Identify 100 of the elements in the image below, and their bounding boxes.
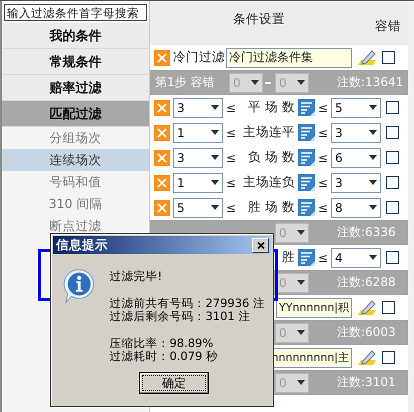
condition-set-field[interactable]: 冷门过滤条件集 (226, 48, 352, 68)
message-text: 压缩比率：98.89% (109, 337, 214, 350)
caret-icon (211, 105, 219, 110)
cross-icon (157, 128, 167, 138)
operator: ≤ (226, 176, 236, 190)
operator: ≤ (226, 200, 236, 214)
condition-name: 冷门过滤 (173, 49, 225, 66)
caret-icon (369, 205, 377, 210)
cross-icon (157, 202, 167, 212)
checkbox[interactable] (386, 126, 399, 139)
checkbox[interactable] (386, 251, 399, 264)
caret-icon (297, 280, 305, 285)
condition-label: 胜 场 数 (248, 199, 295, 216)
filter-item[interactable]: 号码和值 (2, 171, 149, 193)
filter-item[interactable]: 断点过滤 (2, 215, 149, 237)
dropdown[interactable]: 5 (173, 198, 223, 218)
condition-label: 胜 (282, 249, 295, 266)
condition-label: 平 场 数 (248, 99, 295, 116)
category-item[interactable]: 我的条件 (2, 23, 149, 49)
count-label: 注数:6003 (336, 325, 396, 339)
condition-set-field[interactable]: YYnnnnnn|积 (276, 298, 352, 318)
pencil-icon[interactable] (357, 50, 377, 66)
message-text: 过滤耗时：0.079 秒 (109, 350, 220, 363)
caret-icon (211, 155, 219, 160)
list-icon[interactable] (298, 199, 315, 216)
dropdown[interactable]: 4 (331, 248, 381, 268)
category-item[interactable]: 常规条件 (2, 49, 149, 75)
caret-icon (369, 105, 377, 110)
count-label: 注数:3101 (336, 375, 396, 389)
category-item[interactable]: 匹配过滤 (2, 101, 149, 127)
operator: ≤ (318, 100, 328, 114)
cross-icon (157, 178, 167, 188)
checkbox[interactable] (386, 151, 399, 164)
dropdown[interactable]: 6 (331, 148, 381, 168)
checkbox[interactable] (382, 351, 395, 364)
list-icon[interactable] (298, 99, 315, 116)
operator: ≤ (226, 100, 236, 114)
cross-icon (157, 52, 167, 62)
dropdown[interactable]: 1 (173, 122, 223, 142)
list-icon[interactable] (298, 174, 315, 191)
cross-icon (157, 102, 167, 112)
operator: ≤ (226, 126, 236, 140)
remove-button[interactable] (154, 50, 170, 66)
operator: ≤ (318, 250, 328, 264)
operator: ≤ (318, 200, 328, 214)
caret-icon (297, 230, 305, 235)
checkbox[interactable] (386, 201, 399, 214)
message-text: 过滤前共有号码：279936 注 (109, 297, 265, 310)
list-icon[interactable] (298, 124, 315, 141)
caret-icon (369, 180, 377, 185)
pencil-icon[interactable] (357, 350, 377, 366)
category-item[interactable]: 赔率过滤 (2, 75, 149, 101)
caret-icon (297, 80, 305, 85)
dropdown[interactable]: 3 (173, 98, 223, 118)
search-field[interactable]: 输入过滤条件首字母搜索 (4, 4, 147, 21)
dropdown[interactable]: 1 (173, 172, 223, 192)
operator: ≤ (318, 176, 328, 190)
filter-item[interactable]: 连续场次 (2, 149, 149, 171)
list-icon[interactable] (298, 249, 315, 266)
count-label: 注数:6288 (336, 275, 396, 289)
caret-icon (211, 205, 219, 210)
dropdown[interactable]: 3 (331, 172, 381, 192)
filter-item[interactable]: 分组场次 (2, 127, 149, 149)
pencil-icon[interactable] (357, 300, 377, 316)
checkbox[interactable] (386, 176, 399, 189)
ok-button[interactable]: 确定 (139, 372, 209, 394)
checkbox[interactable] (382, 51, 395, 64)
caret-icon (369, 255, 377, 260)
dropdown[interactable]: 8 (331, 198, 381, 218)
caret-icon (297, 330, 305, 335)
dropdown[interactable]: 3 (173, 148, 223, 168)
caret-icon (211, 130, 219, 135)
close-icon (256, 242, 264, 248)
dropdown[interactable]: 3 (331, 122, 381, 142)
dropdown[interactable]: 5 (331, 98, 381, 118)
remove-button[interactable] (154, 124, 170, 140)
cross-icon (157, 152, 167, 162)
count-label: 注数:6336 (336, 225, 396, 239)
caret-icon (211, 180, 219, 185)
remove-button[interactable] (154, 174, 170, 190)
caret-icon (369, 130, 377, 135)
column-header: 容错 (374, 18, 402, 34)
checkbox[interactable] (386, 101, 399, 114)
caret-icon (369, 155, 377, 160)
caret-icon (251, 80, 259, 85)
remove-button[interactable] (154, 200, 170, 216)
caret-icon (297, 380, 305, 385)
remove-button[interactable] (154, 150, 170, 166)
info-icon (63, 268, 96, 304)
condition-label: 负 场 数 (248, 149, 295, 166)
checkbox[interactable] (382, 301, 395, 314)
remove-button[interactable] (154, 100, 170, 116)
close-button[interactable] (252, 238, 269, 252)
dialog-title: 信息提示 (56, 236, 108, 254)
operator: ≤ (226, 150, 236, 164)
message-text: 过滤后剩余号码：3101 注 (109, 310, 252, 323)
condition-label: 主场连负 (243, 174, 295, 191)
operator: ≤ (318, 126, 328, 140)
list-icon[interactable] (298, 149, 315, 166)
filter-item[interactable]: 310 间隔 (2, 193, 149, 215)
